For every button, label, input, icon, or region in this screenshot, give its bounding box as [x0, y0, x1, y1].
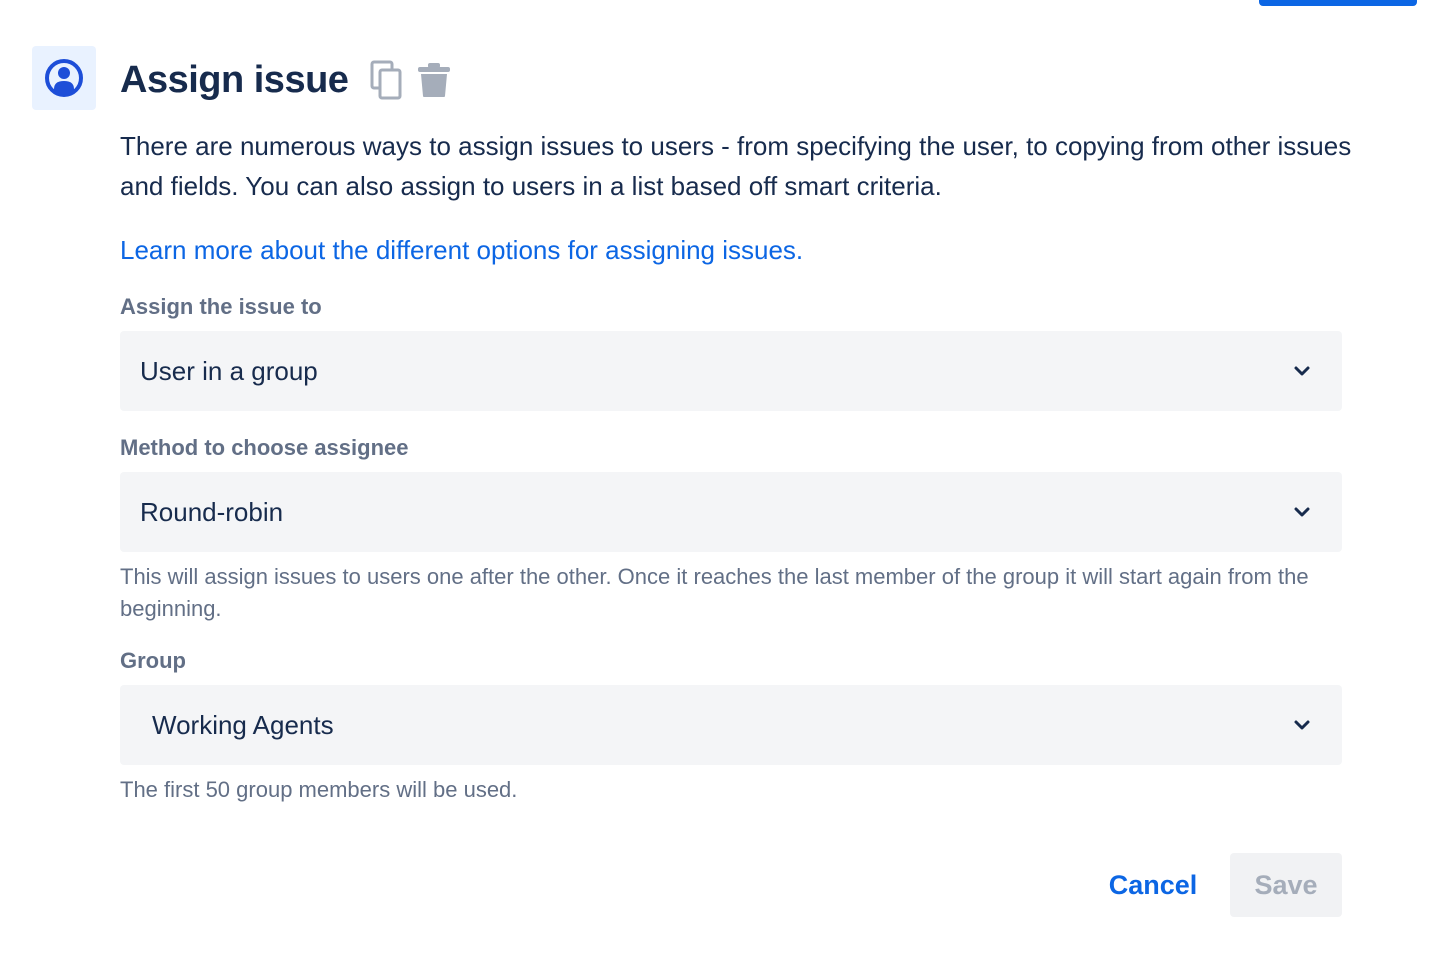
group-helper-text: The first 50 group members will be used. [120, 777, 518, 802]
save-button[interactable]: Save [1230, 853, 1342, 917]
chevron-down-icon [1294, 720, 1310, 730]
title-actions [368, 60, 452, 100]
assign-to-select[interactable]: User in a group [120, 331, 1342, 411]
group-value: Working Agents [152, 709, 334, 740]
cancel-button[interactable]: Cancel [1088, 854, 1218, 916]
assign-to-label: Assign the issue to [120, 294, 322, 319]
learn-more-link[interactable]: Learn more about the different options f… [120, 230, 803, 270]
title-row: Assign issue [120, 52, 452, 108]
method-select[interactable]: Round-robin [120, 472, 1342, 552]
user-circle-icon [32, 46, 96, 110]
chevron-down-icon [1294, 366, 1310, 376]
group-select[interactable]: Working Agents [120, 685, 1342, 765]
trash-icon[interactable] [416, 60, 452, 100]
description-text: There are numerous ways to assign issues… [120, 131, 1352, 201]
method-label: Method to choose assignee [120, 435, 409, 460]
group-label: Group [120, 648, 186, 673]
page-title: Assign issue [120, 58, 349, 101]
method-value: Round-robin [140, 496, 284, 527]
assign-to-value: User in a group [140, 355, 318, 386]
method-helper-text: This will assign issues to users one aft… [120, 564, 1309, 621]
assign-issue-panel: Assign issue There are numerous ways to … [0, 0, 1432, 958]
copy-icon[interactable] [368, 60, 404, 100]
chevron-down-icon [1294, 507, 1310, 517]
top-primary-button[interactable] [1259, 0, 1417, 6]
